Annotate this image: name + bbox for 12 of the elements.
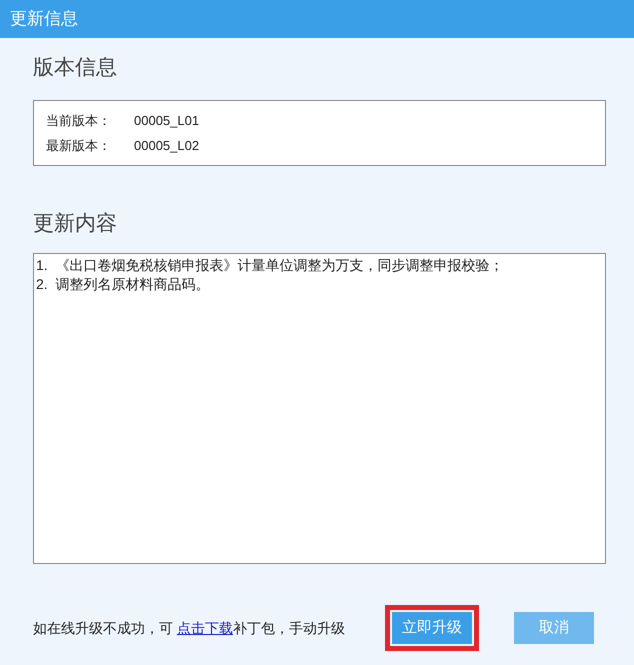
section-heading: 版本信息 xyxy=(33,55,117,81)
update-notes-area[interactable]: 1. 《出口卷烟免税核销申报表》计量单位调整为万支，同步调整申报校验； 2. 调整列名原材料商品码。 xyxy=(33,253,606,564)
window-title: 更新信息 xyxy=(10,8,78,30)
version-value: 00005_L01 xyxy=(134,112,200,130)
footer-note: 如在线升级不成功，可 点击下载补丁包，手动升级 xyxy=(33,618,346,638)
download-link[interactable]: 点击下载 xyxy=(176,620,233,636)
version-label: 当前版本： xyxy=(46,112,112,130)
version-value: 00005_L02 xyxy=(134,137,200,155)
update-note-line: 1. 《出口卷烟免税核销申报表》计量单位调整为万支，同步调整申报校验； xyxy=(36,256,504,275)
section-heading: 更新内容 xyxy=(33,211,117,237)
update-note-line: 2. 调整列名原材料商品码。 xyxy=(36,275,210,294)
version-label: 最新版本： xyxy=(46,137,112,155)
